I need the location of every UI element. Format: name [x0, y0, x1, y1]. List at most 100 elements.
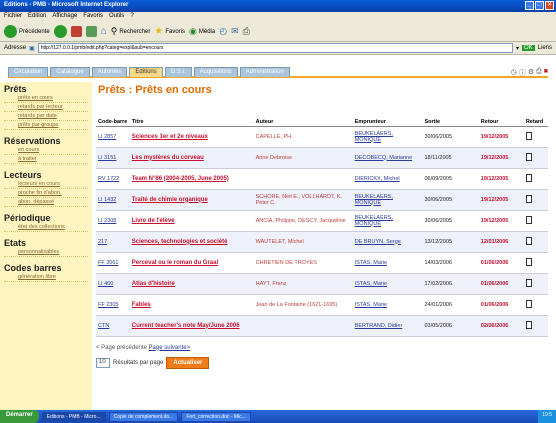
- title-link[interactable]: Atlas d'histoire: [129, 273, 254, 295]
- history-icon[interactable]: ◴: [219, 26, 227, 37]
- letter-icon[interactable]: [525, 131, 532, 140]
- forward-arrow-icon[interactable]: [53, 25, 67, 38]
- refresh-icon[interactable]: [85, 26, 97, 37]
- sidebar-item[interactable]: retards par date: [4, 112, 88, 121]
- close-icon[interactable]: ×: [545, 1, 554, 10]
- borrower-link[interactable]: BEUKELAERS, MONIQUE: [352, 210, 423, 232]
- menu-item[interactable]: Affichage: [52, 13, 77, 21]
- letter-icon[interactable]: [525, 173, 532, 182]
- borrower-link[interactable]: ISTAS, Marie: [352, 294, 423, 316]
- tab-2[interactable]: Autorités: [91, 67, 128, 77]
- maximize-icon[interactable]: □: [535, 1, 544, 10]
- sidebar-item[interactable]: abon. dépassé: [4, 198, 88, 207]
- barcode-link[interactable]: FF 2305: [96, 294, 130, 316]
- borrower-link[interactable]: ISTAS, Marie: [352, 273, 423, 295]
- borrower-link[interactable]: DECOBECQ, Marianne: [352, 147, 423, 169]
- start-button[interactable]: Démarrer: [0, 410, 39, 423]
- title-link[interactable]: Sciences, technologies et société: [129, 231, 254, 253]
- page-content: Circulation Catalogue Autorités Editions D.S…: [0, 55, 556, 410]
- info-icon[interactable]: ⓘ: [519, 68, 526, 78]
- borrower-link[interactable]: DIERICKX, Michel: [352, 168, 423, 190]
- title-link[interactable]: Current teacher's note May/June 2006: [129, 315, 254, 337]
- tab-4[interactable]: D.S.I.: [164, 67, 192, 77]
- sidebar-item[interactable]: personnalisables: [4, 248, 88, 257]
- letter-icon[interactable]: [525, 236, 532, 245]
- menu-item[interactable]: Favoris: [83, 13, 103, 21]
- tab-0[interactable]: Circulation: [8, 67, 49, 77]
- task-0[interactable]: Editions - PMB - Micro...: [41, 411, 106, 422]
- barcode-link[interactable]: LI 460: [96, 273, 130, 295]
- barcode-link[interactable]: RV 1722: [96, 168, 130, 190]
- mail-icon[interactable]: ✉: [231, 26, 239, 37]
- search-button[interactable]: ⚲ Rechercher: [111, 26, 151, 37]
- url-field[interactable]: http://127.0.0.1/pmb/edit.php?categ=expl…: [37, 43, 513, 53]
- title-link[interactable]: Team N°86 (2004-2005, June 2005): [129, 168, 254, 190]
- help-icon[interactable]: ◷: [511, 68, 517, 78]
- menu-item[interactable]: Fichier: [4, 13, 22, 21]
- barcode-link[interactable]: LI 1432: [96, 189, 130, 211]
- tab-5[interactable]: Acquisitions: [193, 67, 238, 77]
- borrower-link[interactable]: ISTAS, Marie: [352, 252, 423, 274]
- per-page-input[interactable]: 10: [96, 357, 110, 368]
- sidebar-item[interactable]: à traiter: [4, 155, 88, 164]
- barcode-link[interactable]: LI 3151: [96, 147, 130, 169]
- title-link[interactable]: Fables: [129, 294, 254, 316]
- letter-icon[interactable]: [525, 320, 532, 329]
- barcode-link[interactable]: FF 3061: [96, 252, 130, 274]
- menu-item[interactable]: Outils: [109, 13, 124, 21]
- menu-item[interactable]: ?: [130, 13, 133, 21]
- sidebar-item[interactable]: lecteurs en cours: [4, 180, 88, 189]
- task-2[interactable]: Fort_correction.doc - Mic...: [181, 411, 251, 422]
- borrower-link[interactable]: DE BRUYN, Serge: [352, 231, 423, 253]
- sidebar-item[interactable]: proche fin d'abon.: [4, 189, 88, 198]
- menu-item[interactable]: Edition: [28, 13, 46, 21]
- barcode-link[interactable]: CTN: [96, 315, 130, 337]
- out-date: 18/11/2005: [422, 147, 479, 169]
- back-button[interactable]: Précédente: [4, 25, 50, 38]
- title-link[interactable]: Traité de chimie organique: [129, 189, 254, 211]
- borrower-link[interactable]: BEUKELAERS, MONIQUE: [352, 189, 423, 211]
- home-icon[interactable]: ⌂: [101, 26, 107, 37]
- task-1[interactable]: Copie de complement.do...: [108, 411, 179, 422]
- next-page-link[interactable]: Page suivante>: [149, 345, 191, 351]
- letter-icon[interactable]: [525, 299, 532, 308]
- media-button[interactable]: ◉ Média: [189, 26, 215, 37]
- dropdown-icon[interactable]: ▾: [516, 45, 519, 52]
- title-link[interactable]: Livre de l'élève: [129, 210, 254, 232]
- letter-icon[interactable]: [525, 215, 532, 224]
- tab-1[interactable]: Catalogue: [50, 67, 90, 77]
- letter-icon[interactable]: [525, 257, 532, 266]
- letter-icon[interactable]: [525, 278, 532, 287]
- print-page-icon[interactable]: ⎙: [536, 68, 542, 78]
- stop-icon[interactable]: [70, 26, 82, 37]
- go-button[interactable]: OK: [521, 45, 535, 51]
- refresh-button[interactable]: Actualiser: [166, 356, 210, 369]
- tools-icon[interactable]: ⚙: [528, 68, 534, 78]
- print-icon[interactable]: ⎙: [243, 26, 250, 37]
- tab-3[interactable]: Editions: [129, 67, 163, 77]
- sidebar-item[interactable]: retards par lecteur: [4, 103, 88, 112]
- out-date: 14/03/2006: [422, 252, 479, 274]
- borrower-link[interactable]: BERTRAND, Didier: [352, 315, 423, 337]
- sidebar: Prêts prêts en cours retards par lecteur re…: [0, 82, 92, 410]
- links-label[interactable]: Liens: [538, 45, 552, 51]
- minimize-icon[interactable]: _: [525, 1, 534, 10]
- letter-icon[interactable]: [525, 194, 532, 203]
- favorites-button[interactable]: ★ Favoris: [154, 26, 185, 37]
- logout-icon[interactable]: ■: [544, 68, 548, 78]
- barcode-link[interactable]: LI 2308: [96, 210, 130, 232]
- sidebar-item[interactable]: en cours: [4, 146, 88, 155]
- sidebar-item[interactable]: prêts en cours: [4, 94, 88, 103]
- borrower-link[interactable]: BEUKELAERS, MONIQUE: [352, 126, 423, 148]
- letter-icon[interactable]: [525, 152, 532, 161]
- barcode-link[interactable]: 217: [96, 231, 130, 253]
- sidebar-item[interactable]: prêts par groupe: [4, 121, 88, 130]
- sidebar-item[interactable]: génération libre: [4, 273, 88, 282]
- tab-6[interactable]: Administration: [239, 67, 290, 77]
- barcode-link[interactable]: LI 2857: [96, 126, 130, 148]
- table-row: FF 3061 Perceval ou le roman du Graal CHRE…: [96, 252, 548, 274]
- title-link[interactable]: Perceval ou le roman du Graal: [129, 252, 254, 274]
- title-link[interactable]: Les mystères du corveau: [129, 147, 254, 169]
- sidebar-item[interactable]: état des collections: [4, 223, 88, 232]
- title-link[interactable]: Sciences 1er et 2e niveaux: [129, 126, 254, 148]
